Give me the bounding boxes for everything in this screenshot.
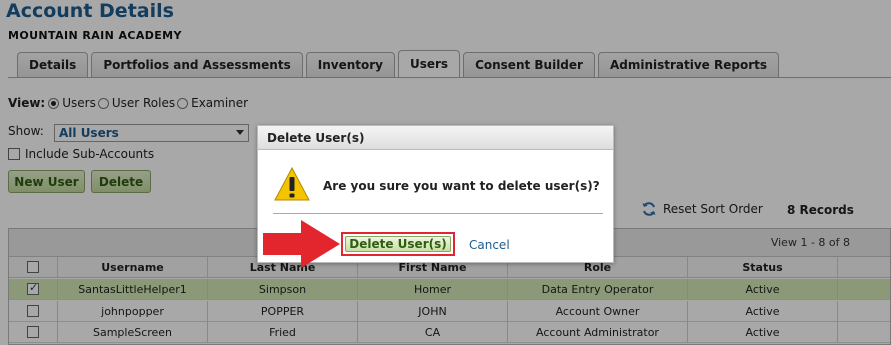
warning-icon — [274, 166, 310, 201]
account-details-page: Account Details MOUNTAIN RAIN ACADEMY De… — [0, 0, 891, 345]
dialog-title: Delete User(s) — [258, 126, 613, 150]
cancel-link[interactable]: Cancel — [469, 238, 510, 252]
red-arrow-icon — [263, 220, 340, 268]
dialog-message: Are you sure you want to delete user(s)? — [323, 179, 600, 193]
confirm-highlight: Delete User(s) — [341, 232, 455, 256]
dialog-divider — [273, 213, 603, 214]
confirm-delete-button[interactable]: Delete User(s) — [345, 236, 451, 252]
